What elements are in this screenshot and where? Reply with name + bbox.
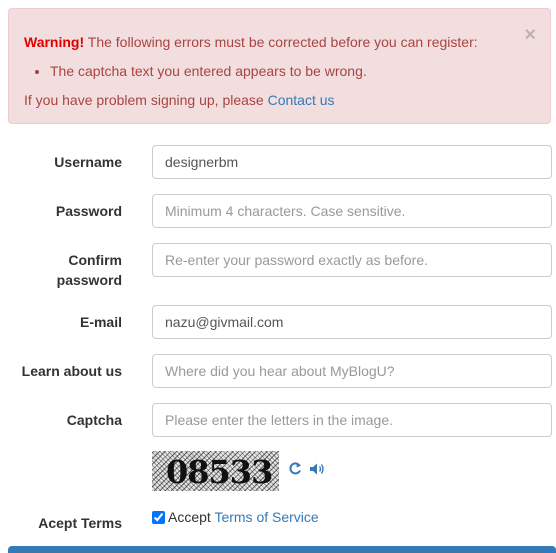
accept-terms-checkbox[interactable] (152, 511, 165, 524)
email-input[interactable] (152, 305, 552, 339)
help-text: If you have problem signing up, please (24, 92, 268, 108)
alert-message: The following errors must be corrected b… (84, 34, 478, 50)
terms-row: Accept Terms of Service (152, 509, 319, 525)
confirm-label-line2: password (56, 272, 122, 288)
email-label: E-mail (79, 314, 122, 330)
close-icon[interactable]: × (524, 25, 536, 45)
learn-about-input[interactable] (152, 354, 552, 388)
warning-label: Warning! (24, 34, 85, 50)
confirm-password-label: Confirm password (0, 250, 122, 290)
learn-about-label: Learn about us (21, 363, 122, 379)
captcha-image-text: 08533 (166, 453, 273, 491)
confirm-label-line1: Confirm (68, 252, 122, 268)
submit-button-edge[interactable] (8, 546, 556, 553)
captcha-image: 08533 (152, 451, 279, 491)
username-input[interactable] (152, 145, 552, 179)
contact-us-link[interactable]: Contact us (268, 92, 335, 108)
refresh-icon[interactable] (288, 461, 302, 476)
captcha-label: Captcha (66, 412, 122, 428)
error-list: The captcha text you entered appears to … (24, 63, 367, 79)
volume-icon[interactable] (310, 463, 325, 475)
username-label: Username (54, 154, 122, 170)
captcha-input[interactable] (152, 403, 552, 437)
terms-of-service-link[interactable]: Terms of Service (214, 509, 318, 525)
password-label: Password (55, 203, 122, 219)
alert-help: If you have problem signing up, please C… (24, 92, 335, 108)
error-alert: Warning! The following errors must be co… (8, 8, 551, 124)
password-input[interactable] (152, 194, 552, 228)
confirm-password-input[interactable] (152, 243, 552, 277)
accept-text: Accept (168, 509, 215, 525)
alert-heading: Warning! The following errors must be co… (24, 34, 478, 50)
error-item: The captcha text you entered appears to … (50, 63, 367, 79)
terms-label: Acept Terms (38, 515, 122, 531)
